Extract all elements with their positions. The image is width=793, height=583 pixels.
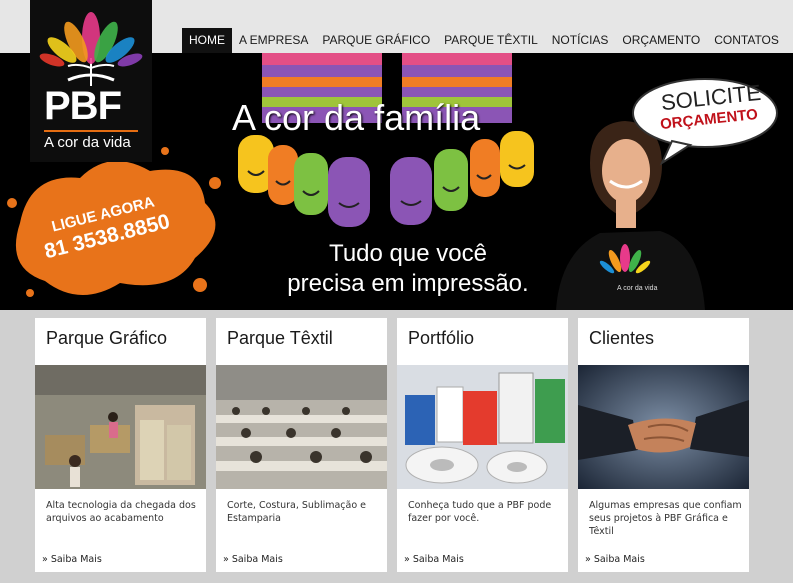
card-image bbox=[578, 365, 749, 489]
card-title: Parque Gráfico bbox=[46, 328, 168, 348]
card-description: Alta tecnologia da chegada dos arquivos … bbox=[46, 500, 196, 524]
handshake-photo-icon bbox=[578, 365, 749, 489]
card-description: Conheça tudo que a PBF pode fazer por vo… bbox=[408, 500, 552, 524]
textile-factory-photo-icon bbox=[216, 365, 387, 489]
card-title: Clientes bbox=[589, 328, 655, 348]
saiba-mais-link[interactable]: » Saiba Mais bbox=[404, 554, 464, 565]
nav-item-home[interactable]: Home bbox=[182, 28, 232, 53]
card-title: Parque Têxtil bbox=[227, 328, 333, 348]
card-description: Corte, Costura, Sublimação e Estamparia bbox=[227, 500, 367, 524]
saiba-mais-link[interactable]: » Saiba Mais bbox=[42, 554, 102, 565]
colorful-socks-shape bbox=[238, 53, 534, 227]
banner-subheadline: Tudo que você precisa em impressão. bbox=[258, 239, 558, 299]
card-clientes[interactable]: Clientes Algumas empresas que confiam se… bbox=[578, 318, 749, 572]
card-description: Algumas empresas que confiam seus projet… bbox=[589, 500, 742, 537]
brand-tagline: A cor da vida bbox=[44, 134, 131, 151]
nav-item-noticias[interactable]: Notícias bbox=[545, 28, 616, 53]
banner-subline-2: precisa em impressão. bbox=[287, 270, 529, 297]
logo[interactable]: PBF A cor da vida bbox=[30, 0, 152, 162]
nav-item-orcamento[interactable]: Orçamento bbox=[615, 28, 707, 53]
banner-subline-1: Tudo que você bbox=[329, 240, 487, 267]
tree-logo-icon bbox=[39, 12, 143, 86]
card-parque-grafico[interactable]: Parque Gráfico Alta tecnologia da chegad… bbox=[35, 318, 206, 572]
saiba-mais-link[interactable]: » Saiba Mais bbox=[223, 554, 283, 565]
print-factory-photo-icon bbox=[35, 365, 206, 489]
card-image bbox=[397, 365, 568, 489]
saiba-mais-link[interactable]: » Saiba Mais bbox=[585, 554, 645, 565]
main-nav: Home A Empresa Parque Gráfico Parque Têx… bbox=[182, 28, 786, 53]
banner-headline: A cor da família bbox=[232, 97, 481, 138]
card-title: Portfólio bbox=[408, 328, 475, 348]
brand-name: PBF bbox=[44, 84, 122, 128]
card-image bbox=[216, 365, 387, 489]
nav-item-a-empresa[interactable]: A Empresa bbox=[232, 28, 315, 53]
shirt-tagline: A cor da vida bbox=[617, 285, 658, 292]
logo-divider bbox=[44, 130, 138, 132]
nav-item-parque-textil[interactable]: Parque Têxtil bbox=[437, 28, 545, 53]
nav-item-parque-grafico[interactable]: Parque Gráfico bbox=[315, 28, 437, 53]
product-packaging-photo-icon bbox=[397, 365, 568, 489]
card-parque-textil[interactable]: Parque Têxtil Corte, Costura, Sublimação… bbox=[216, 318, 387, 572]
card-portfolio[interactable]: Portfólio Conheça tudo que a PBF pode fa… bbox=[397, 318, 568, 572]
nav-item-contatos[interactable]: Contatos bbox=[707, 28, 786, 53]
card-image bbox=[35, 365, 206, 489]
